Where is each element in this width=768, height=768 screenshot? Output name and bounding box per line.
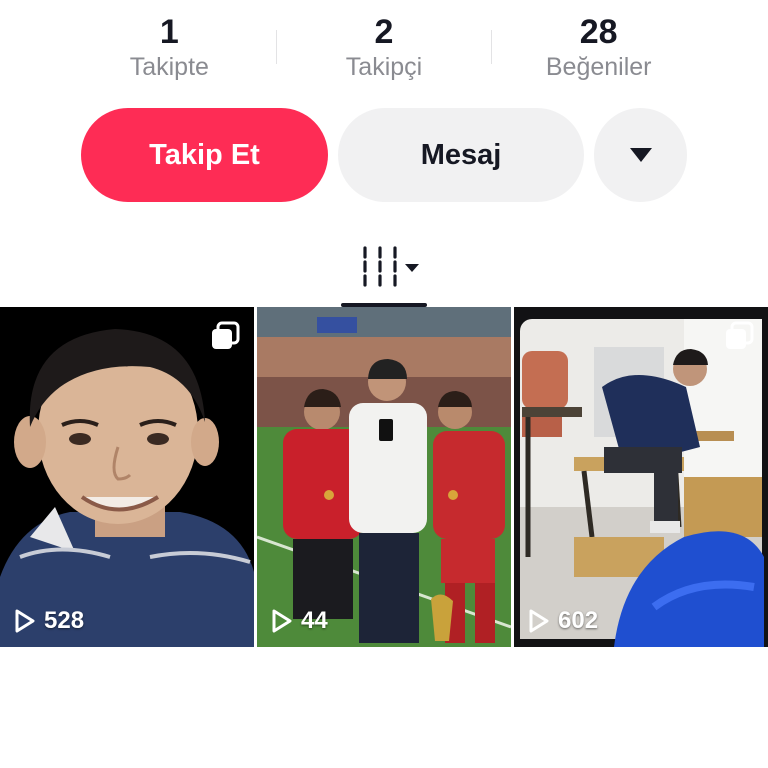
view-count-label: 44 xyxy=(301,607,328,634)
video-thumbnail[interactable]: 44 xyxy=(257,307,511,647)
message-button-label: Mesaj xyxy=(420,138,502,171)
view-count-label: 528 xyxy=(44,607,85,634)
more-options-button[interactable] xyxy=(594,108,687,202)
view-count-label: 602 xyxy=(558,607,599,634)
view-count: 528 xyxy=(14,607,84,635)
following-count: 1 xyxy=(159,13,179,51)
follow-button[interactable]: Takip Et xyxy=(81,108,328,202)
stat-following[interactable]: 1 Takipte xyxy=(62,12,277,92)
video-thumbnail[interactable]: 528 xyxy=(0,307,254,647)
video-grid: 528 44 602 xyxy=(0,307,768,647)
likes-label: Beğeniler xyxy=(545,53,652,81)
stat-likes[interactable]: 28 Beğeniler xyxy=(491,12,706,92)
followers-label: Takipçi xyxy=(345,53,423,81)
profile-stats: 1 Takipte 2 Takipçi 28 Beğeniler xyxy=(62,12,706,92)
view-count: 602 xyxy=(528,607,598,635)
carousel-icon xyxy=(212,321,240,349)
followers-count: 2 xyxy=(374,13,394,51)
video-thumbnail-image xyxy=(514,307,768,647)
stat-divider xyxy=(276,30,277,64)
following-label: Takipte xyxy=(129,53,209,81)
stat-divider xyxy=(491,30,492,64)
video-thumbnail-image xyxy=(257,307,511,647)
likes-count: 28 xyxy=(579,13,618,51)
caret-down-icon xyxy=(629,148,652,162)
tab-videos-grid[interactable] xyxy=(340,238,428,308)
carousel-icon xyxy=(726,321,754,349)
follow-button-label: Takip Et xyxy=(149,138,260,171)
video-thumbnail[interactable]: 602 xyxy=(514,307,768,647)
view-count: 44 xyxy=(271,607,328,635)
stat-followers[interactable]: 2 Takipçi xyxy=(277,12,492,92)
message-button[interactable]: Mesaj xyxy=(338,108,584,202)
video-thumbnail-image xyxy=(0,307,254,647)
play-icon xyxy=(272,609,292,633)
play-icon xyxy=(529,609,549,633)
grid-filter-icon xyxy=(363,246,419,287)
play-icon xyxy=(15,609,35,633)
